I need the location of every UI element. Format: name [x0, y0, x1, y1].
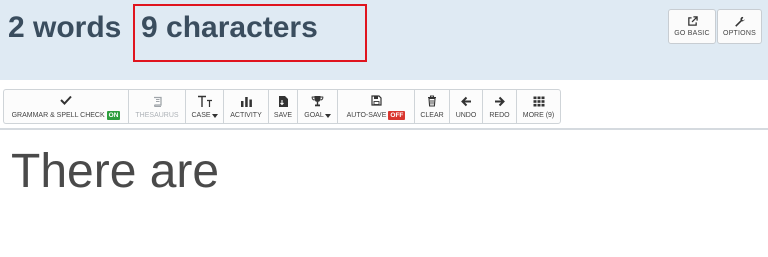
book-icon — [152, 94, 163, 108]
text-editor[interactable]: There are — [0, 130, 768, 257]
goal-button[interactable]: GOAL — [297, 89, 337, 124]
redo-button[interactable]: REDO — [482, 89, 516, 124]
undo-button[interactable]: UNDO — [449, 89, 482, 124]
trophy-icon — [311, 94, 324, 108]
activity-label: ACTIVITY — [230, 112, 262, 119]
trash-icon — [427, 94, 437, 108]
grid-icon — [533, 94, 545, 108]
case-label: CASE — [191, 112, 211, 119]
grammar-spell-check-button[interactable]: GRAMMAR & SPELL CHECK ON — [3, 89, 128, 124]
auto-save-button[interactable]: AUTO-SAVE OFF — [337, 89, 414, 124]
external-link-icon — [687, 16, 698, 26]
undo-label: UNDO — [455, 112, 477, 119]
clear-button[interactable]: CLEAR — [414, 89, 449, 124]
save-button[interactable]: SAVE — [268, 89, 297, 124]
more-button[interactable]: MORE (9) — [516, 89, 561, 124]
character-count-highlight — [133, 4, 367, 62]
options-label: OPTIONS — [723, 30, 756, 37]
go-basic-button[interactable]: GO BASIC — [668, 9, 716, 44]
arrow-left-icon — [460, 94, 472, 108]
thesaurus-button[interactable]: THESAURUS — [128, 89, 185, 124]
grammar-label: GRAMMAR & SPELL CHECK — [11, 112, 105, 119]
wrench-icon — [735, 16, 745, 27]
thesaurus-label: THESAURUS — [135, 112, 179, 119]
checkmark-icon — [60, 93, 72, 107]
editor-content[interactable]: There are — [11, 143, 219, 201]
grammar-on-badge: ON — [106, 111, 121, 120]
chevron-down-icon — [324, 113, 331, 118]
word-count: 2 words — [8, 11, 122, 44]
save-label: SAVE — [273, 112, 293, 119]
floppy-disk-icon — [370, 93, 382, 107]
arrow-right-icon — [494, 94, 505, 108]
save-file-icon — [278, 94, 289, 108]
chevron-down-icon — [211, 113, 218, 118]
text-case-icon — [197, 94, 213, 108]
more-label: MORE (9) — [522, 112, 555, 119]
editor-toolbar: GRAMMAR & SPELL CHECK ON THESAURUS CASE A… — [3, 89, 561, 124]
case-button[interactable]: CASE — [185, 89, 223, 124]
options-button[interactable]: OPTIONS — [717, 9, 762, 44]
activity-button[interactable]: ACTIVITY — [223, 89, 268, 124]
clear-label: CLEAR — [420, 112, 444, 119]
count-header: 2 words 9 characters GO BASIC OPTIONS — [0, 0, 768, 80]
auto-save-off-badge: OFF — [388, 111, 406, 120]
word-counter-app: 2 words 9 characters GO BASIC OPTIONS GR… — [0, 0, 768, 257]
go-basic-label: GO BASIC — [674, 30, 710, 37]
goal-label: GOAL — [304, 112, 324, 119]
auto-save-label: AUTO-SAVE — [346, 112, 387, 119]
redo-label: REDO — [489, 112, 510, 119]
bar-chart-icon — [240, 94, 253, 108]
